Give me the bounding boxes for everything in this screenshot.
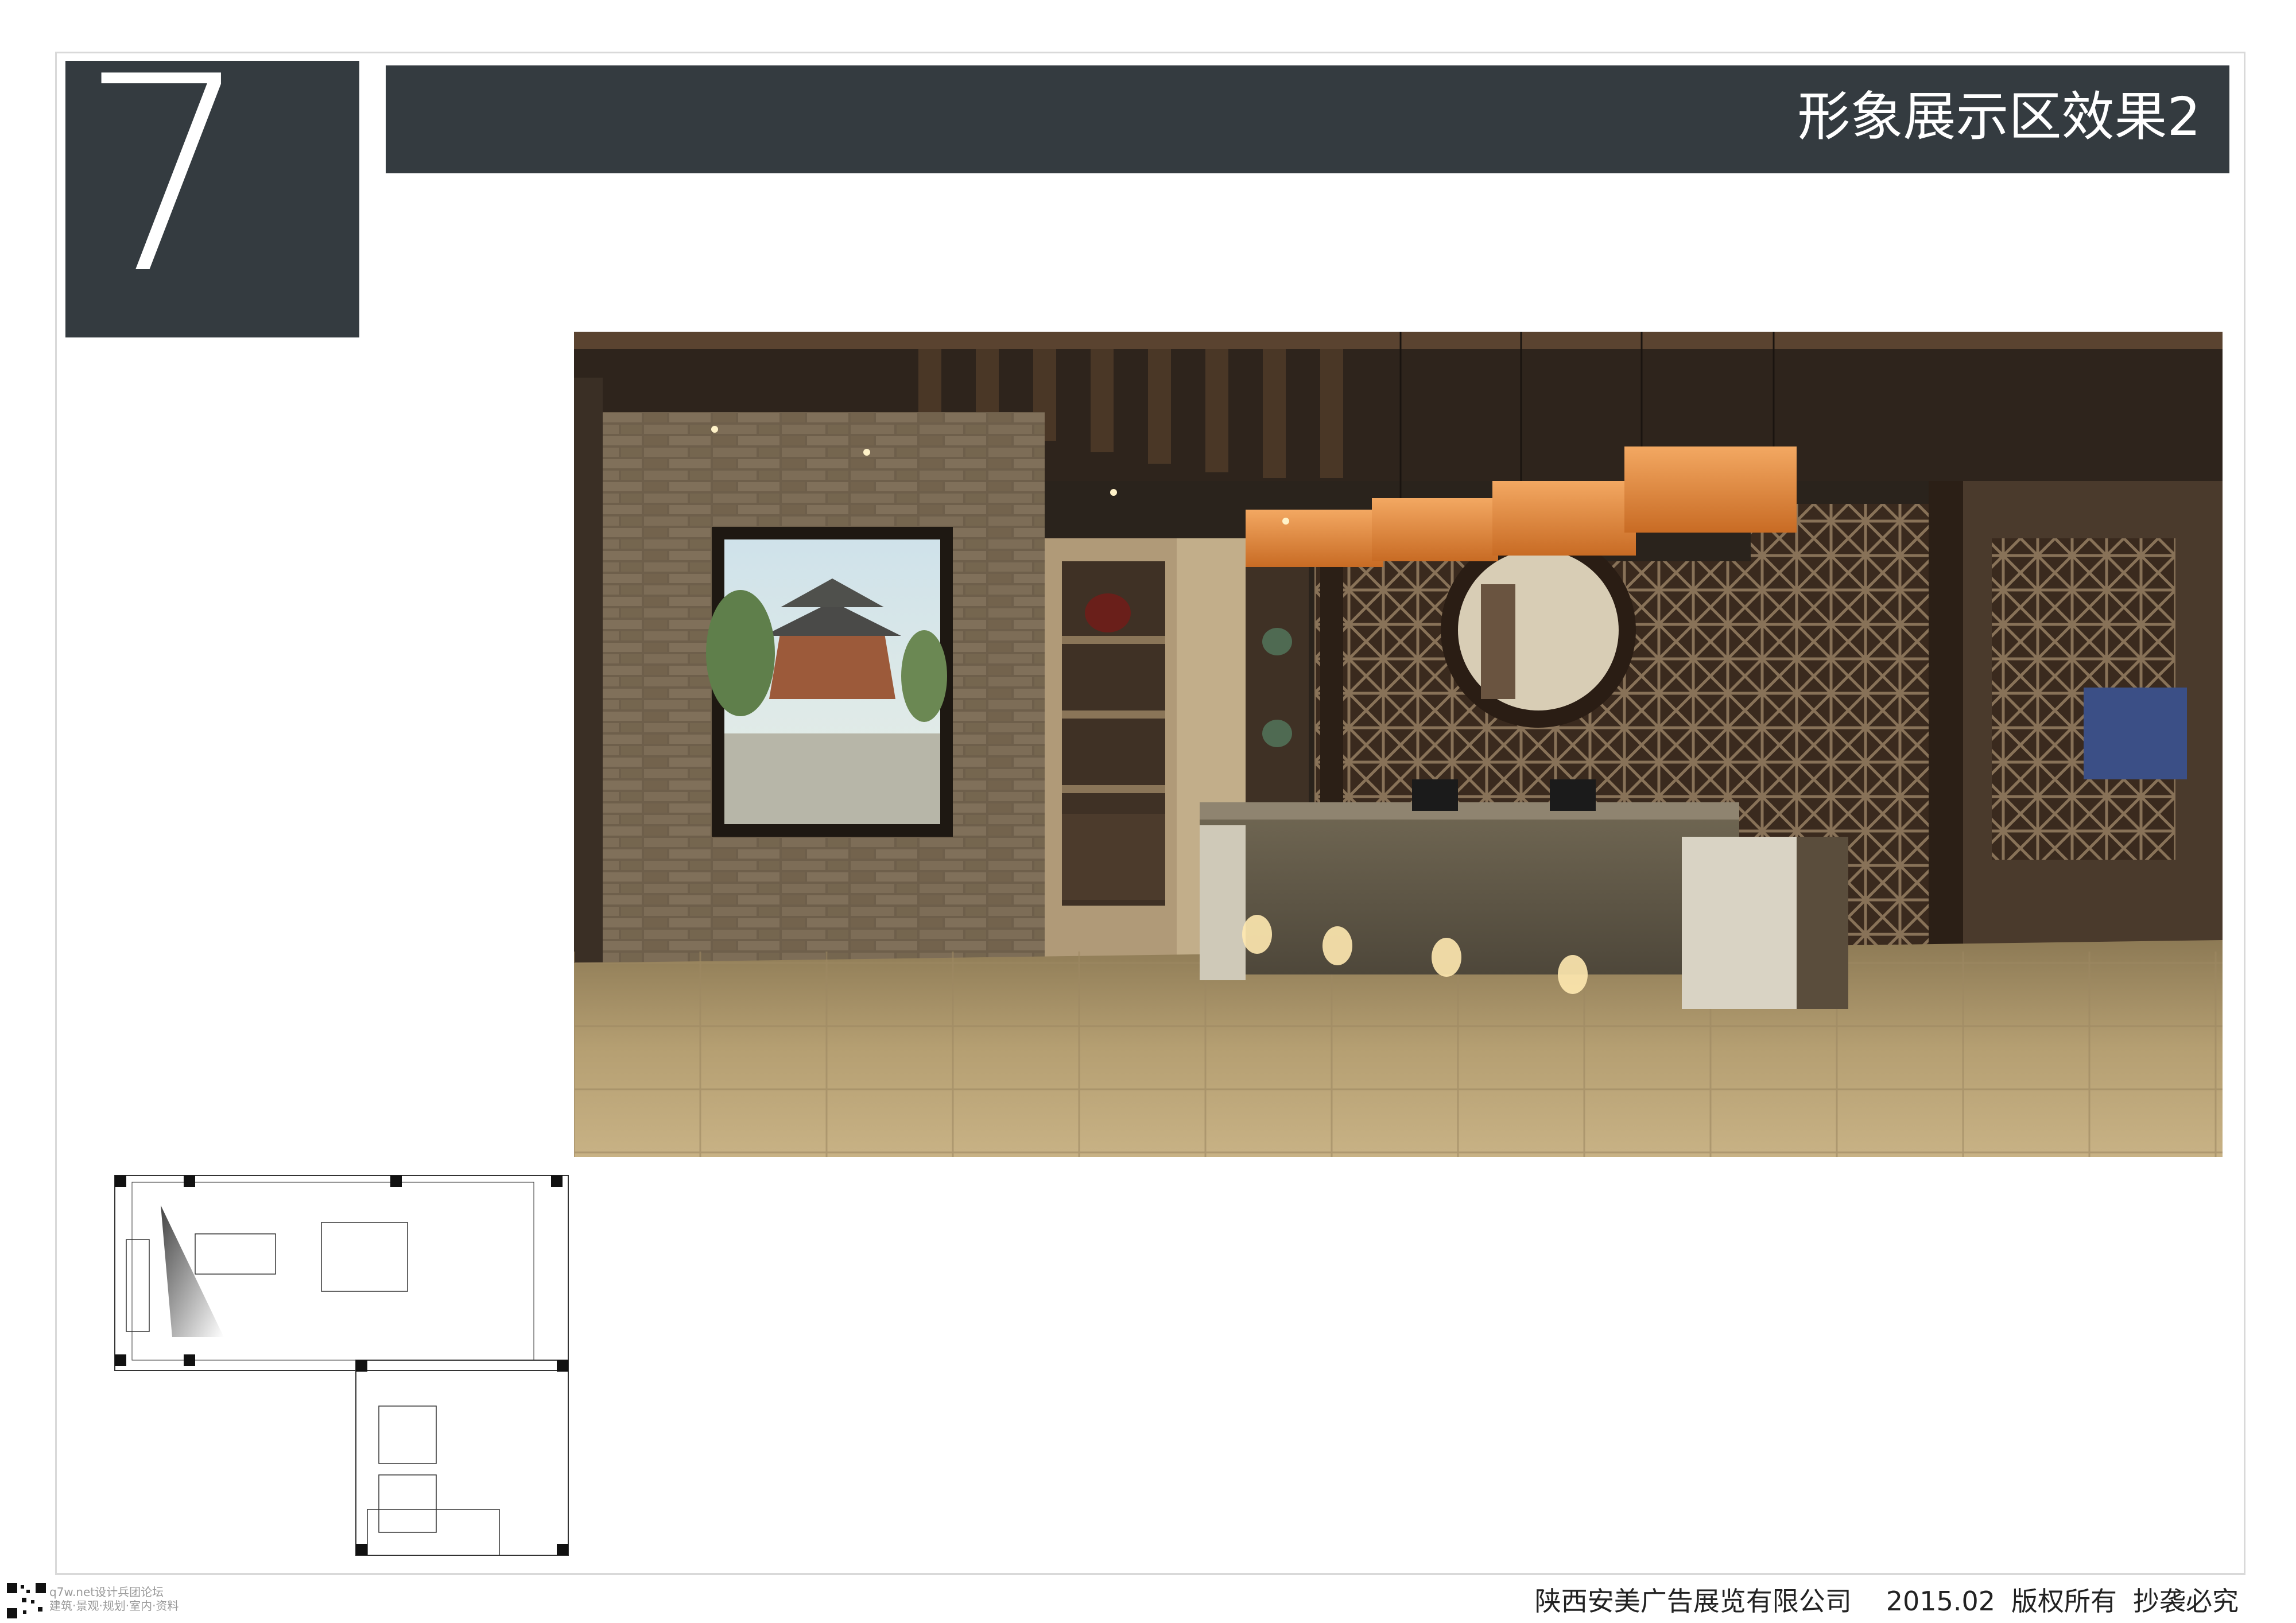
lobby-rendering-illustration bbox=[574, 332, 2223, 1157]
page-number: 7 bbox=[79, 61, 251, 333]
footer-date: 2015.02 bbox=[1886, 1586, 1995, 1617]
page-number-box: 7 bbox=[65, 61, 359, 337]
page-title: 形象展示区效果2 bbox=[1797, 86, 2201, 147]
qr-code-icon bbox=[6, 1582, 47, 1620]
lobby-rendering-image bbox=[574, 332, 2223, 1157]
footer: 陕西安美广告展览有限公司 2015.02 版权所有 抄袭必究 bbox=[1535, 1581, 2239, 1618]
watermark-line1: q7w.net设计兵团论坛 bbox=[49, 1585, 164, 1599]
footer-company: 陕西安美广告展览有限公司 bbox=[1534, 1586, 1852, 1617]
floor-plan-drawing bbox=[92, 1165, 574, 1567]
watermark-line2: 建筑·景观·规划·室内·资料 bbox=[49, 1599, 179, 1613]
title-bar: 形象展示区效果2 bbox=[386, 65, 2229, 173]
footer-copyright: 版权所有 bbox=[2011, 1586, 2117, 1617]
floor-plan-illustration bbox=[114, 1175, 569, 1556]
footer-warning: 抄袭必究 bbox=[2133, 1586, 2239, 1617]
watermark: q7w.net设计兵团论坛 建筑·景观·规划·室内·资料 bbox=[49, 1585, 179, 1613]
